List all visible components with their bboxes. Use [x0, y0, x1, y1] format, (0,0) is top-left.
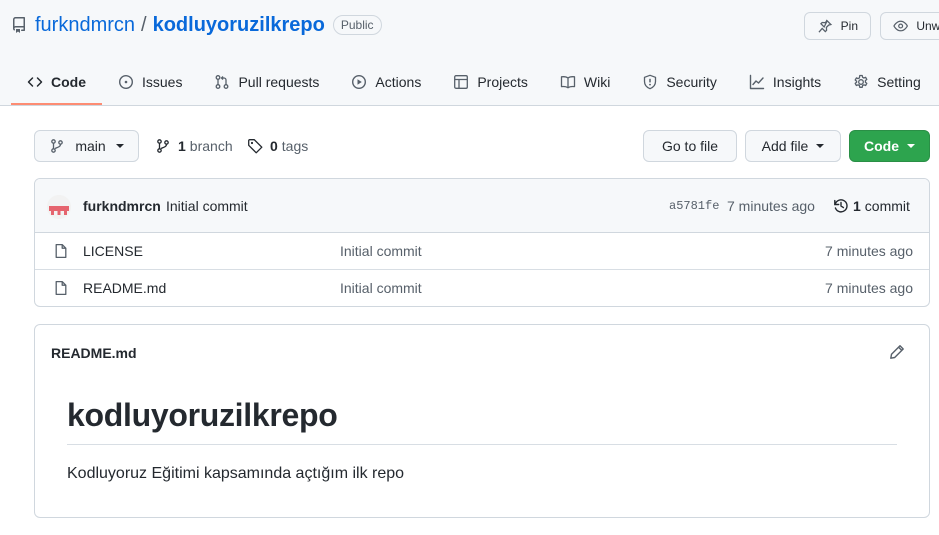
- branch-count: 1: [178, 138, 186, 154]
- file-icon: [55, 280, 67, 296]
- repo-name-link[interactable]: kodluyoruzilkrepo: [153, 14, 325, 37]
- readme-heading: kodluyoruzilkrepo: [67, 397, 897, 445]
- file-name-link[interactable]: LICENSE: [83, 243, 143, 259]
- tag-count-link[interactable]: 0 tags: [247, 136, 308, 156]
- file-name-link[interactable]: README.md: [83, 280, 166, 296]
- pencil-icon[interactable]: [889, 344, 905, 360]
- tab-security[interactable]: Security: [626, 58, 733, 105]
- tab-label: Wiki: [583, 73, 611, 90]
- branch-select-button[interactable]: main: [34, 130, 139, 162]
- go-to-file-button[interactable]: Go to file: [643, 130, 737, 162]
- branch-count-label: branch: [189, 138, 233, 154]
- play-icon: [352, 74, 367, 89]
- branch-name: main: [75, 138, 106, 154]
- chevron-down-icon: [816, 144, 825, 148]
- graph-icon: [749, 74, 765, 89]
- tab-wiki[interactable]: Wiki: [544, 58, 626, 105]
- tab-insights[interactable]: Insights: [733, 58, 837, 105]
- tab-label: Security: [666, 73, 717, 90]
- add-file-label: Add file: [761, 138, 809, 154]
- book-icon: [560, 75, 576, 88]
- tab-label: Pull requests: [238, 73, 320, 90]
- tag-count-label: tags: [281, 138, 309, 154]
- chevron-down-icon: [115, 144, 124, 148]
- go-to-file-label: Go to file: [661, 138, 719, 154]
- avatar[interactable]: [47, 195, 71, 219]
- repo-owner-link[interactable]: furkndmrcn: [35, 14, 135, 37]
- pin-icon: [818, 19, 833, 33]
- file-icon: [55, 243, 67, 259]
- commit-author-link[interactable]: furkndmrcn: [83, 198, 161, 214]
- tab-code[interactable]: Code: [11, 58, 102, 105]
- pin-label: Pin: [840, 19, 858, 33]
- eye-icon: [893, 20, 909, 32]
- issue-icon: [118, 74, 134, 89]
- tab-label: Actions: [375, 73, 422, 90]
- pin-button[interactable]: Pin: [804, 12, 871, 40]
- file-browser: furkndmrcn Initial commit a5781fe 7 minu…: [34, 178, 930, 307]
- tab-pull-requests[interactable]: Pull requests: [198, 58, 335, 105]
- repo-icon: [11, 17, 27, 33]
- readme-paragraph: Kodluyoruz Eğitimi kapsamında açtığım il…: [67, 465, 405, 482]
- commit-sha-link[interactable]: a5781fe: [669, 199, 719, 213]
- table-icon: [454, 74, 469, 89]
- git-branch-icon: [51, 139, 64, 153]
- history-icon: [834, 199, 848, 213]
- commit-message-link[interactable]: Initial commit: [166, 198, 248, 214]
- shield-icon: [644, 74, 657, 89]
- tab-label: Issues: [142, 73, 183, 90]
- file-commit-date: 7 minutes ago: [825, 280, 913, 296]
- code-icon: [27, 76, 43, 87]
- commit-history-link[interactable]: 1 commit: [833, 198, 910, 214]
- tab-label: Code: [51, 73, 86, 90]
- tab-actions[interactable]: Actions: [335, 58, 437, 105]
- commit-time: 7 minutes ago: [727, 198, 815, 214]
- tab-label: Setting: [877, 73, 921, 90]
- path-separator: /: [141, 13, 147, 36]
- commit-count-label: commit: [864, 198, 910, 214]
- tab-label: Insights: [772, 73, 822, 90]
- repo-tabs: Code Issues Pull requests Actions Projec…: [11, 58, 937, 106]
- code-button-label: Code: [864, 138, 899, 154]
- commit-count: 1: [853, 198, 861, 214]
- unwatch-label: Unwa: [916, 19, 939, 33]
- tab-settings[interactable]: Setting: [837, 58, 937, 105]
- tab-label: Projects: [477, 73, 528, 90]
- chevron-down-icon: [907, 144, 915, 148]
- pull-request-icon: [216, 74, 229, 89]
- file-commit-message-link[interactable]: Initial commit: [340, 243, 422, 259]
- repo-header: furkndmrcn / kodluyoruzilkrepo Public Pi…: [0, 0, 939, 106]
- file-commit-message-link[interactable]: Initial commit: [340, 280, 422, 296]
- file-row: LICENSE Initial commit 7 minutes ago: [35, 233, 929, 270]
- gear-icon: [854, 74, 868, 88]
- git-branch-icon: [157, 139, 169, 153]
- repo-title: furkndmrcn / kodluyoruzilkrepo Public: [11, 12, 382, 38]
- latest-commit-bar: furkndmrcn Initial commit a5781fe 7 minu…: [35, 179, 929, 233]
- tab-issues[interactable]: Issues: [102, 58, 198, 105]
- readme-filename-link[interactable]: README.md: [51, 345, 137, 361]
- unwatch-button[interactable]: Unwa: [880, 12, 939, 40]
- branch-count-link[interactable]: 1 branch: [155, 136, 233, 156]
- file-row: README.md Initial commit 7 minutes ago: [35, 270, 929, 306]
- tag-icon: [248, 139, 263, 154]
- visibility-badge: Public: [332, 15, 382, 35]
- tab-projects[interactable]: Projects: [437, 58, 544, 105]
- code-dropdown-button[interactable]: Code: [849, 130, 930, 162]
- file-commit-date: 7 minutes ago: [825, 243, 913, 259]
- add-file-button[interactable]: Add file: [745, 130, 841, 162]
- tag-count: 0: [270, 138, 278, 154]
- readme-panel: README.md kodluyoruzilkrepo Kodluyoruz E…: [34, 324, 930, 518]
